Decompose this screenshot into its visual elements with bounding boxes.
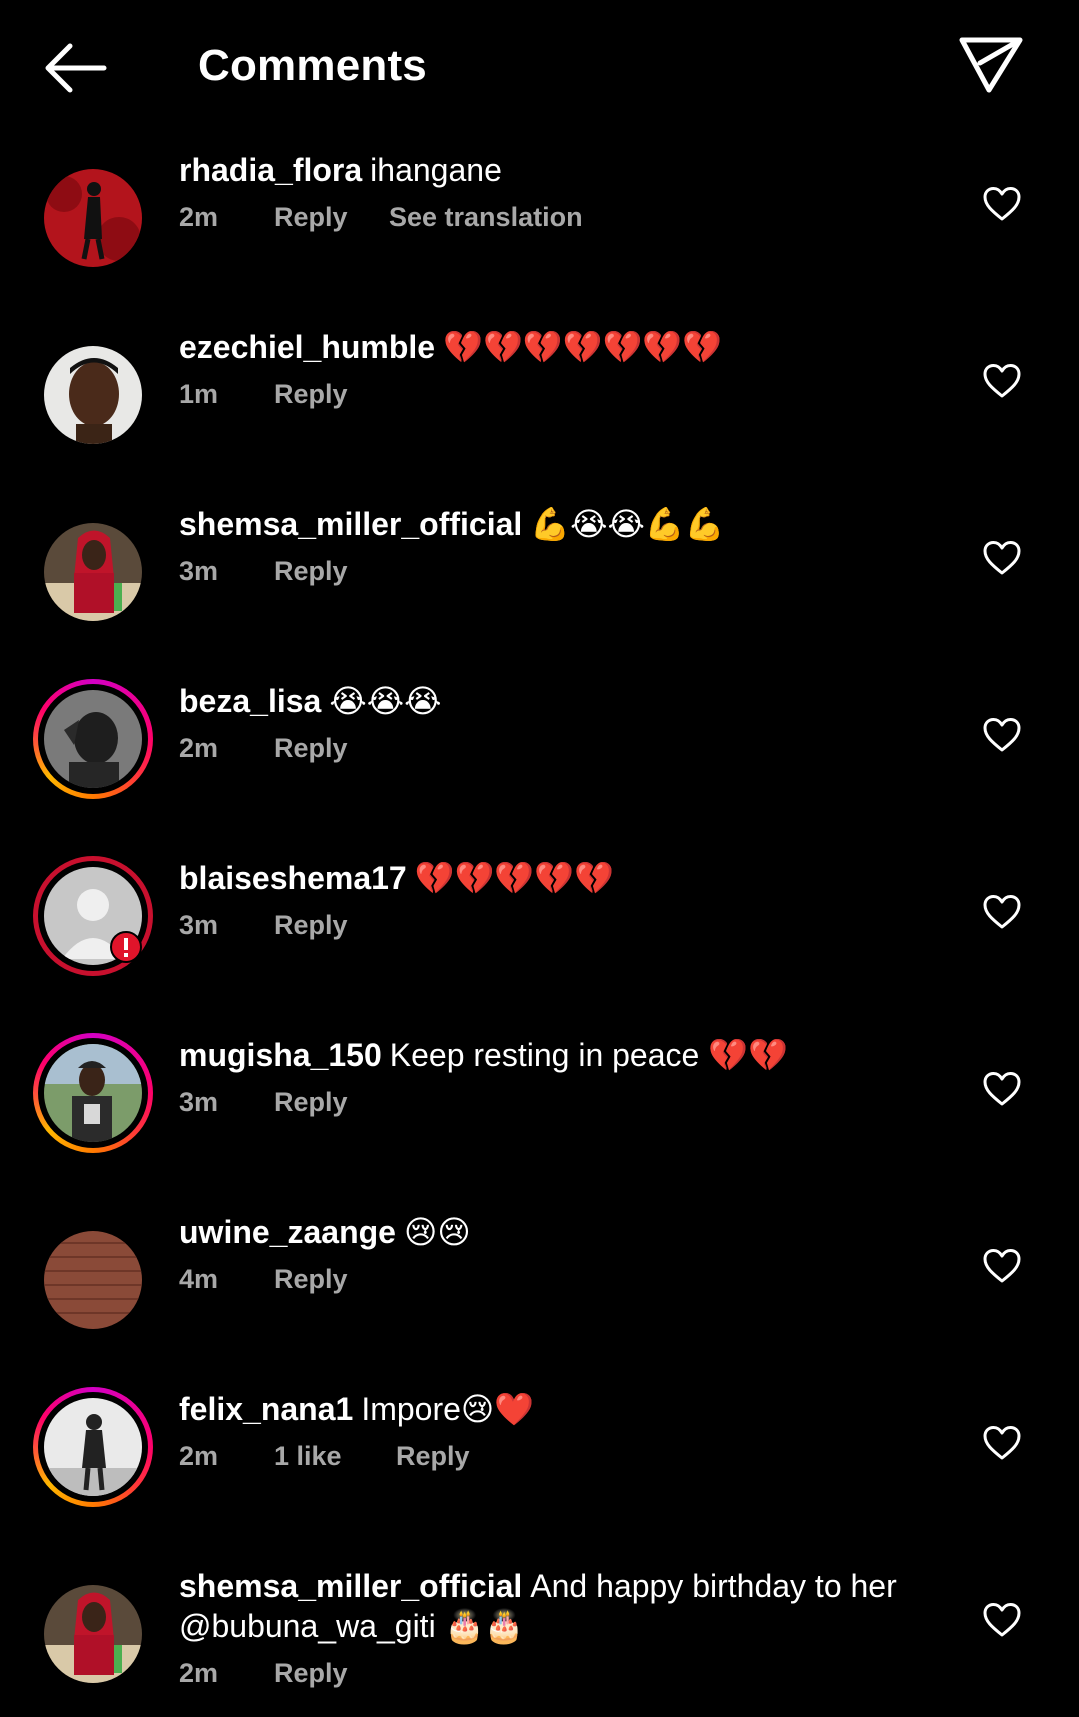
avatar[interactable] (33, 512, 153, 632)
like-button[interactable] (982, 1602, 1022, 1638)
comment-username[interactable]: ezechiel_humble (179, 329, 435, 365)
like-button[interactable] (982, 363, 1022, 399)
heart-outline-icon (983, 1603, 1021, 1637)
comment-username[interactable]: blaiseshema17 (179, 860, 407, 896)
reply-button[interactable]: Reply (274, 731, 348, 765)
reply-button[interactable]: Reply (274, 1262, 348, 1296)
comment-time: 2m (179, 733, 219, 763)
header-bar: Comments (0, 0, 1079, 140)
avatar-image (44, 346, 142, 444)
comment-time: 1m (179, 379, 219, 409)
share-button[interactable] (956, 30, 1026, 100)
avatar[interactable] (33, 679, 153, 799)
like-button[interactable] (982, 1071, 1022, 1107)
comment-text: ihangane (370, 152, 502, 188)
like-button[interactable] (982, 1425, 1022, 1461)
comment-text: Keep resting in peace 💔💔 (389, 1037, 788, 1073)
reply-button[interactable]: Reply (396, 1439, 470, 1473)
comment-time: 3m (179, 1087, 219, 1117)
avatar-image (44, 523, 142, 621)
heart-outline-icon (983, 1249, 1021, 1283)
comment-time: 2m (179, 202, 219, 232)
comment-username[interactable]: felix_nana1 (179, 1391, 353, 1427)
comment-username[interactable]: beza_lisa (179, 683, 321, 719)
like-button[interactable] (982, 186, 1022, 222)
heart-outline-icon (983, 895, 1021, 929)
comment-time: 3m (179, 556, 219, 586)
alert-badge-icon (110, 931, 142, 963)
avatar[interactable] (33, 1574, 153, 1694)
avatar-image (44, 1585, 142, 1683)
avatar-image (44, 1231, 142, 1329)
like-button[interactable] (982, 894, 1022, 930)
comment-likes[interactable]: 1 like (274, 1439, 396, 1473)
comment-time: 2m (179, 1441, 219, 1471)
heart-outline-icon (983, 1426, 1021, 1460)
comment-time: 2m (179, 1658, 219, 1688)
heart-outline-icon (983, 364, 1021, 398)
heart-outline-icon (983, 1072, 1021, 1106)
avatar-image (44, 1398, 142, 1496)
reply-button[interactable]: Reply (274, 1085, 348, 1119)
comment-text: 😭😭😭 (329, 682, 442, 720)
like-button[interactable] (982, 717, 1022, 753)
comment-text: 😢😢 (403, 1213, 471, 1251)
heart-outline-icon (983, 718, 1021, 752)
reply-button[interactable]: Reply (274, 908, 348, 942)
see-translation-link[interactable]: See translation (389, 200, 583, 234)
avatar[interactable] (33, 158, 153, 278)
comment-username[interactable]: rhadia_flora (179, 152, 362, 188)
avatar[interactable] (33, 1033, 153, 1153)
avatar[interactable] (33, 1387, 153, 1507)
paper-plane-icon (959, 37, 1023, 93)
avatar-image (44, 690, 142, 788)
comment-text: 💪😭😭💪💪 (530, 505, 725, 543)
comment-username[interactable]: shemsa_miller_official (179, 1568, 522, 1604)
comment-username[interactable]: shemsa_miller_official (179, 506, 522, 542)
comment-username[interactable]: uwine_zaange (179, 1214, 396, 1250)
reply-button[interactable]: Reply (274, 377, 348, 411)
page-title: Comments (198, 41, 427, 90)
back-button[interactable] (40, 38, 112, 98)
like-button[interactable] (982, 1248, 1022, 1284)
avatar[interactable] (33, 856, 153, 976)
back-arrow-icon (45, 43, 107, 93)
comment-time: 3m (179, 910, 219, 940)
comment-text: Impore😢❤️ (361, 1391, 535, 1427)
comment-text: 💔💔💔💔💔 (414, 859, 614, 897)
reply-button[interactable]: Reply (274, 554, 348, 588)
avatar-image (44, 169, 142, 267)
avatar-image (44, 1044, 142, 1142)
comment-username[interactable]: mugisha_150 (179, 1037, 382, 1073)
reply-button[interactable]: Reply (274, 200, 389, 234)
comment-text: 💔💔💔💔💔💔💔 (443, 328, 722, 366)
comment-time: 4m (179, 1264, 219, 1294)
avatar[interactable] (33, 335, 153, 455)
like-button[interactable] (982, 540, 1022, 576)
heart-outline-icon (983, 541, 1021, 575)
avatar[interactable] (33, 1220, 153, 1340)
heart-outline-icon (983, 187, 1021, 221)
reply-button[interactable]: Reply (274, 1656, 348, 1690)
